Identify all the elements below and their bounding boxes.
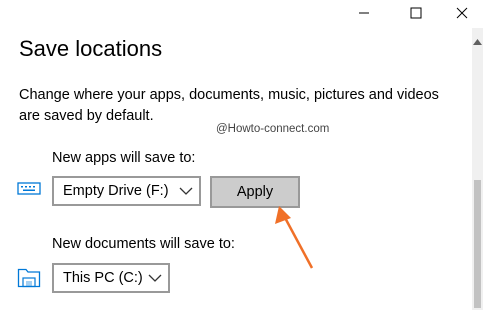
scroll-up-icon[interactable] xyxy=(473,32,482,50)
chevron-down-icon xyxy=(143,274,168,282)
scrollbar-thumb[interactable] xyxy=(474,180,481,308)
new-documents-label: New documents will save to: xyxy=(52,236,235,252)
folder-icon xyxy=(17,266,41,293)
documents-location-dropdown[interactable]: This PC (C:) xyxy=(52,263,170,293)
documents-location-value: This PC (C:) xyxy=(63,270,143,286)
